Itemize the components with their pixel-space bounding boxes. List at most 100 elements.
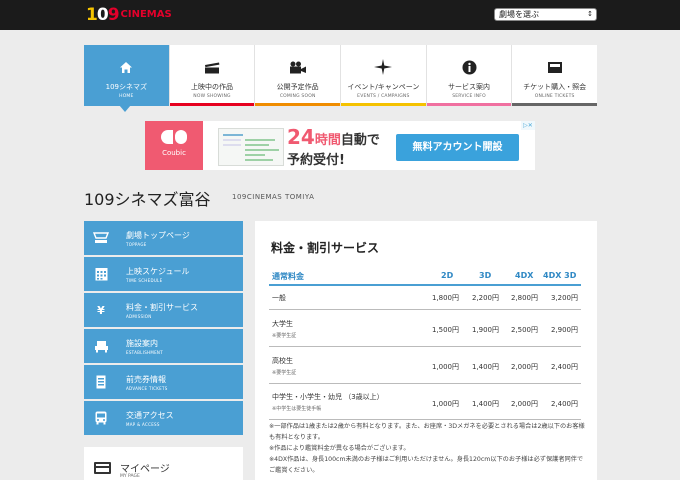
theater-select[interactable]: 劇場を選ぶ ↕ (494, 8, 597, 21)
price-cell: 2,400円 (550, 363, 578, 371)
seat-icon (93, 339, 109, 353)
price-cell: 2,500円 (510, 326, 538, 334)
sidebar-item-sublabel: ADVANCE TICKETS (126, 386, 168, 391)
section-title: 料金・割引サービス (271, 241, 380, 255)
nav-now-showing[interactable]: 上映中の作品 NOW SHOWING (169, 45, 256, 106)
note-text: ※4DX作品は、身長100cm未満のお子様はご利用いただけません。身長120cm… (269, 456, 584, 474)
sidebar-item-label: 施設案内 (126, 339, 158, 348)
ticket-stub-icon (93, 375, 109, 389)
price-table: 通常料金 2D 3D 4DX 4DX 3D 一般 1,800円 2,200円 2… (269, 267, 581, 420)
note-text: ※一部作品は1歳または2歳から有料となります。また、お座席・3Dメガネを必要とさ… (269, 423, 585, 441)
site-logo[interactable]: 109 CINEMAS (86, 4, 172, 25)
logo-digit-0: 0 (96, 4, 109, 25)
nav-color-bar (169, 103, 255, 106)
note-text: ※作品により鑑賞料金が異なる場合がございます。 (269, 445, 410, 452)
mypage-sublabel: MY PAGE (120, 474, 140, 479)
nav-color-bar (341, 103, 426, 106)
nav-sublabel: SERVICE INFO (452, 94, 486, 99)
price-cell: 2,200円 (471, 294, 499, 302)
nav-color-bar (512, 103, 598, 106)
sidebar-item-establishment[interactable]: 施設案内 ESTABLISHMENT (84, 329, 243, 363)
sidebar-item-label: 上映スケジュール (126, 267, 190, 276)
ad-headline-num: 24 (287, 125, 315, 149)
nav-label: サービス案内 (448, 83, 491, 91)
sidebar-item-admission[interactable]: ¥ 料金・割引サービス ADMISSION (84, 293, 243, 327)
row-label: 中学生・小学生・幼児 （3歳以上） (272, 393, 384, 401)
top-bar: 109 CINEMAS 劇場を選ぶ ↕ (0, 0, 680, 30)
ad-subline: 予約受付! (287, 153, 345, 168)
clapperboard-icon (170, 59, 255, 75)
active-nav-pointer (119, 105, 131, 112)
bus-icon (93, 411, 109, 425)
price-cell: 1,400円 (471, 363, 499, 371)
sidebar-item-label: 交通アクセス (126, 411, 174, 420)
nav-home[interactable]: 109シネマズ HOME (84, 45, 170, 106)
column-header: 2D (441, 271, 454, 280)
nav-color-bar (255, 103, 341, 106)
ad-headline-unit: 時間 (314, 133, 341, 148)
price-cell: 1,400円 (471, 400, 499, 408)
row-note: ※中学生は要生徒手帳 (272, 406, 322, 412)
ad-choices-icon[interactable]: ▷✕ (521, 121, 535, 130)
logo-digit-9: 9 (107, 4, 120, 25)
ad-cta-button[interactable]: 無料アカウント開設 (396, 134, 519, 161)
sidebar-item-label: 前売券情報 (126, 375, 166, 384)
nav-label: イベント/キャンペーン (347, 83, 420, 91)
table-row: 中学生・小学生・幼児 （3歳以上） ※中学生は要生徒手帳 1,000円 1,40… (269, 384, 581, 420)
logo-digit-1: 1 (86, 4, 98, 25)
sidebar-item-schedule[interactable]: 上映スケジュール TIME SCHEDULE (84, 257, 243, 291)
nav-label: チケット購入・照会 (523, 83, 587, 91)
ad-brand: Coubic (162, 149, 186, 157)
page-title: 109シネマズ富谷 (84, 190, 211, 209)
price-notes: ※一部作品は1歳または2歳から有料となります。また、お座席・3Dメガネを必要とさ… (269, 421, 585, 476)
sidebar-item-sublabel: ADMISSION (126, 314, 152, 319)
mypage-label: マイページ (120, 464, 170, 475)
coubic-logo: Coubic (145, 121, 203, 170)
row-label: 大学生 (272, 320, 293, 328)
theater-select-value: 劇場を選ぶ (499, 10, 539, 19)
mypage-link[interactable]: マイページ MY PAGE (84, 447, 243, 480)
price-cell: 2,400円 (550, 400, 578, 408)
nav-sublabel: NOW SHOWING (193, 94, 231, 99)
sidebar-item-label: 劇場トップページ (126, 231, 190, 240)
select-arrows-icon: ↕ (587, 10, 593, 18)
ticket-icon (512, 59, 597, 75)
price-cell: 1,000円 (431, 363, 459, 371)
row-note: ※要学生証 (272, 370, 297, 376)
table-row: 一般 1,800円 2,200円 2,800円 3,200円 (269, 286, 581, 310)
nav-sublabel: ONLINE TICKETS (534, 94, 575, 99)
table-header: 通常料金 2D 3D 4DX 4DX 3D (269, 267, 581, 286)
page-title-en: 109CINEMAS TOMIYA (232, 193, 315, 201)
nav-color-bar (426, 103, 512, 106)
table-row: 大学生 ※要学生証 1,500円 1,900円 2,500円 2,900円 (269, 310, 581, 347)
price-cell: 1,500円 (431, 326, 459, 334)
price-cell: 3,200円 (550, 294, 578, 302)
nav-label: 公開予定作品 (276, 83, 319, 91)
price-cell: 1,900円 (471, 326, 499, 334)
theater-icon (93, 231, 109, 245)
price-cell: 1,000円 (431, 400, 459, 408)
nav-service-info[interactable]: サービス案内 SERVICE INFO (426, 45, 513, 106)
ad-screenshot-image (218, 128, 284, 166)
row-label: 高校生 (272, 357, 293, 365)
sparkle-icon (341, 59, 426, 75)
sidebar-item-sublabel: TOPPAGE (126, 242, 147, 247)
column-header: 4DX (515, 271, 534, 280)
column-header: 通常料金 (272, 272, 304, 281)
row-label: 一般 (272, 294, 286, 302)
nav-events[interactable]: イベント/キャンペーン EVENTS / CAMPAIGNS (341, 45, 427, 106)
logo-word: CINEMAS (120, 9, 172, 20)
sidebar-item-toppage[interactable]: 劇場トップページ TOPPAGE (84, 221, 243, 255)
ad-banner[interactable]: Coubic 24時間自動で 予約受付! 無料アカウント開設 ▷✕ (145, 121, 535, 170)
sidebar-item-advance-tickets[interactable]: 前売券情報 ADVANCE TICKETS (84, 365, 243, 399)
sidebar-item-access[interactable]: 交通アクセス MAP & ACCESS (84, 401, 243, 435)
sidebar-menu: 劇場トップページ TOPPAGE 上映スケジュール TIME SCHEDULE … (84, 221, 243, 437)
global-nav: 109シネマズ HOME 上映中の作品 NOW SHOWING 公開予定作品 C… (84, 45, 598, 106)
nav-online-tickets[interactable]: チケット購入・照会 ONLINE TICKETS (512, 45, 598, 106)
nav-coming-soon[interactable]: 公開予定作品 COMING SOON (255, 45, 342, 106)
yen-icon: ¥ (97, 303, 105, 317)
nav-label: 109シネマズ (105, 83, 148, 91)
column-header: 4DX 3D (543, 271, 577, 280)
nav-sublabel: HOME (119, 94, 134, 99)
table-row: 高校生 ※要学生証 1,000円 1,400円 2,000円 2,400円 (269, 347, 581, 384)
